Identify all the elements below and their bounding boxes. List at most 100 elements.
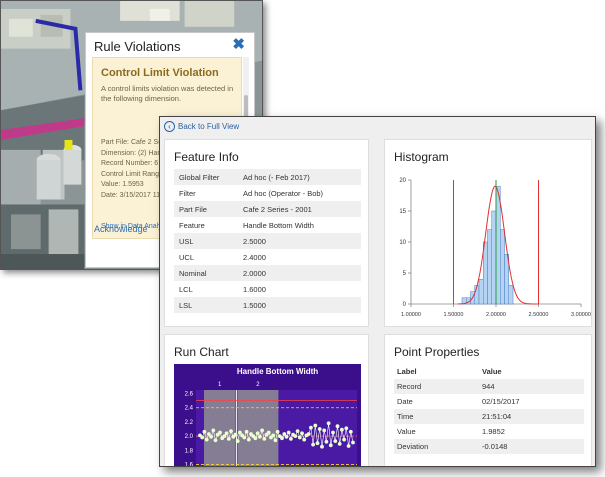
feature-info-table: Global Filter Ad hoc (- Feb 2017) Filter A… — [174, 169, 361, 313]
violation-description: A control limits violation was detected … — [101, 84, 234, 103]
data-view-window: ‹ Back to Full View Feature Info Global … — [159, 116, 596, 467]
run-chart-point — [293, 434, 298, 438]
run-chart-point — [202, 429, 207, 434]
row-value: 1.9852 — [482, 427, 505, 436]
histogram-bar — [495, 185, 501, 305]
y-tick-label: 0 — [403, 302, 407, 308]
histogram-card: Histogram 0 5 10 15 20 1.00000 1.50000 2.00000 2… — [384, 139, 592, 327]
run-chart-point — [244, 429, 249, 434]
run-chart-point — [326, 421, 331, 426]
run-chart-point — [333, 439, 338, 443]
run-chart-point — [351, 440, 355, 445]
run-chart-point — [302, 437, 307, 442]
run-chart-point — [317, 427, 322, 431]
y-tick-label: 2.6 — [185, 392, 194, 398]
row-label: LSL — [174, 297, 238, 313]
run-chart-point — [342, 437, 346, 442]
table-row: Record 944 — [394, 379, 584, 394]
row-value: 2.4000 — [243, 252, 266, 262]
row-value: Ad hoc (- Feb 2017) — [238, 169, 361, 185]
row-value: Ad hoc (Operator - Bob) — [243, 188, 324, 198]
row-value: 944 — [479, 379, 584, 394]
histogram-bar — [483, 241, 488, 305]
run-chart-point — [322, 428, 327, 433]
run-chart-point — [309, 425, 313, 430]
violation-card-title: Control Limit Violation — [101, 67, 219, 79]
histogram-bar — [508, 285, 514, 305]
row-value: Handle Bottom Width — [243, 220, 314, 230]
point-properties-card: Point Properties Label Value Record 944 D… — [384, 334, 592, 466]
run-chart-point — [262, 437, 267, 441]
run-chart-point — [348, 429, 353, 434]
table-row: Deviation -0.0148 — [394, 439, 584, 454]
subgroup-shade — [204, 390, 236, 466]
close-icon[interactable]: ✖ — [232, 35, 245, 53]
run-chart-point — [320, 444, 324, 449]
row-label: Feature — [179, 220, 205, 230]
histogram-bar — [487, 229, 492, 305]
table-row: Part File Cafe 2 Series - 2001 — [174, 201, 361, 217]
histogram-bar — [478, 278, 484, 305]
y-tick-label: 2.0 — [185, 434, 194, 440]
row-label: Record — [394, 379, 479, 394]
table-row: LCL 1.6000 — [174, 281, 361, 297]
x-tick-label: 2.50000 — [529, 312, 549, 318]
row-value: 2.5000 — [238, 233, 361, 249]
histogram-title: Histogram — [394, 150, 449, 164]
run-chart-point — [258, 434, 262, 439]
run-chart-card: Run Chart Handle Bottom Width 1 2 2.6 2.4 2.2… — [164, 334, 369, 466]
run-chart-point — [340, 427, 344, 432]
run-chart-point — [311, 442, 315, 447]
row-value: Cafe 2 Series - 2001 — [238, 201, 361, 217]
row-value: 1.5000 — [238, 297, 361, 313]
row-label: USL — [174, 233, 238, 249]
row-label: Filter — [179, 188, 196, 198]
run-chart-point — [297, 435, 302, 440]
table-row: Global Filter Ad hoc (- Feb 2017) — [174, 169, 361, 185]
row-value: 2.0000 — [238, 265, 361, 281]
run-chart-point — [235, 439, 240, 443]
point-properties-table: Label Value Record 944 Date 02/15/2017 Tim… — [394, 364, 584, 454]
histogram-bar — [500, 229, 505, 305]
back-link-label: Back to Full View — [178, 122, 240, 131]
run-chart-point — [344, 426, 349, 431]
rule-violations-title: Rule Violations — [94, 39, 181, 54]
run-chart-point — [246, 437, 251, 442]
run-chart-point — [275, 429, 280, 434]
run-chart-point — [211, 428, 216, 433]
table-row: Time 21:51:04 — [394, 409, 584, 424]
run-chart-point — [289, 437, 293, 441]
run-chart: Handle Bottom Width1 22.62.42.22.01.81.6 — [174, 364, 361, 466]
row-value: 1.6000 — [243, 284, 266, 294]
row-value: -0.0148 — [479, 439, 584, 454]
run-chart-point — [300, 431, 304, 436]
run-chart-point — [273, 438, 278, 443]
run-chart-point — [335, 424, 340, 429]
y-tick-label: 5 — [403, 271, 407, 277]
feature-info-card: Feature Info Global Filter Ad hoc (- Feb … — [164, 139, 369, 327]
back-to-full-view-link[interactable]: ‹ Back to Full View — [164, 121, 239, 132]
run-chart-point — [229, 429, 233, 433]
table-row: Value 1.9852 — [394, 424, 584, 439]
run-chart-title: Run Chart — [174, 345, 229, 359]
run-chart-point — [242, 435, 247, 440]
point-properties-title: Point Properties — [394, 345, 480, 359]
x-tick-label: 1.50000 — [444, 312, 464, 318]
run-chart-point — [295, 429, 300, 433]
table-row: Date 02/15/2017 — [394, 394, 584, 409]
row-label: Deviation — [394, 439, 479, 454]
run-chart-point — [315, 441, 320, 446]
run-chart-point — [271, 433, 276, 438]
x-tick-label: 3.00000 — [571, 312, 591, 318]
run-chart-point — [233, 432, 238, 437]
run-chart-point — [253, 436, 258, 441]
run-chart-point — [255, 431, 260, 436]
header-label: Label — [397, 367, 417, 376]
run-chart-point — [313, 423, 318, 428]
run-chart-point — [218, 430, 222, 435]
run-chart-point — [306, 432, 311, 436]
run-chart-point — [337, 442, 342, 446]
run-chart-point — [284, 434, 289, 439]
run-chart-point — [260, 428, 264, 433]
acknowledge-button[interactable]: Acknowledge — [94, 224, 148, 234]
